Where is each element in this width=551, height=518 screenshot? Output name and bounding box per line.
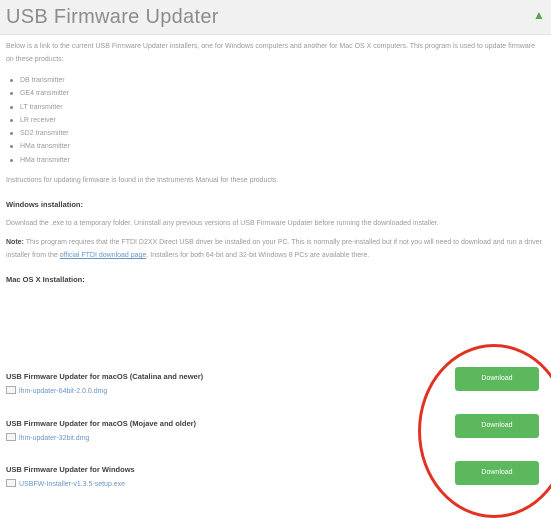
file-name[interactable]: USBFW-Installer-v1.3.5-setup.exe (19, 481, 125, 488)
download-file-link[interactable]: USBFW-Installer-v1.3.5-setup.exe (6, 479, 125, 488)
list-item: HMa transmitter (10, 140, 542, 153)
list-item: LR receiver (10, 114, 542, 127)
windows-note: Note: This program requires that the FTD… (6, 236, 542, 262)
file-icon (6, 433, 16, 441)
ftdi-download-link[interactable]: official FTDI download page (60, 252, 147, 259)
list-item: DB transmitter (10, 74, 542, 87)
main-content: Below is a link to the current USB Firmw… (6, 40, 542, 286)
download-button-catalina[interactable]: Download (455, 367, 539, 391)
file-icon (6, 479, 16, 487)
download-title: USB Firmware Updater for macOS (Catalina… (6, 372, 204, 381)
page-header: USB Firmware Updater ▲ (0, 0, 551, 35)
download-button-mojave[interactable]: Download (455, 414, 539, 438)
list-item: HMa transmitter (10, 154, 542, 167)
list-item: GE4 transmitter (10, 87, 542, 100)
mac-heading: Mac OS X Installation: (6, 275, 85, 285)
product-list: DB transmitter GE4 transmitter LT transm… (6, 74, 542, 167)
download-title: USB Firmware Updater for macOS (Mojave a… (6, 419, 197, 428)
intro-text: Below is a link to the current USB Firmw… (6, 43, 535, 63)
list-item: SD2 transmitter (10, 127, 542, 140)
file-name[interactable]: lhm-updater-32bit.dmg (19, 435, 89, 442)
download-file-link[interactable]: lhm-updater-64bit-2.0.0.dmg (6, 386, 107, 395)
note-label: Note: (6, 239, 24, 247)
file-icon (6, 386, 16, 394)
note-text-end: . Installers for both 64-bit and 32-bit … (146, 252, 370, 260)
download-file-link[interactable]: lhm-updater-32bit.dmg (6, 433, 89, 442)
page-title: USB Firmware Updater (6, 6, 219, 28)
download-button-windows[interactable]: Download (455, 461, 539, 485)
windows-text: Download the .exe to a temporary folder.… (6, 220, 439, 228)
list-item: LT transmitter (10, 101, 542, 114)
download-title: USB Firmware Updater for Windows (6, 465, 135, 474)
windows-heading: Windows installation: (6, 200, 84, 210)
chevron-up-icon[interactable]: ▲ (533, 9, 545, 21)
instructions-text: Instructions for updating firmware is fo… (6, 177, 279, 185)
file-name[interactable]: lhm-updater-64bit-2.0.0.dmg (19, 388, 107, 395)
